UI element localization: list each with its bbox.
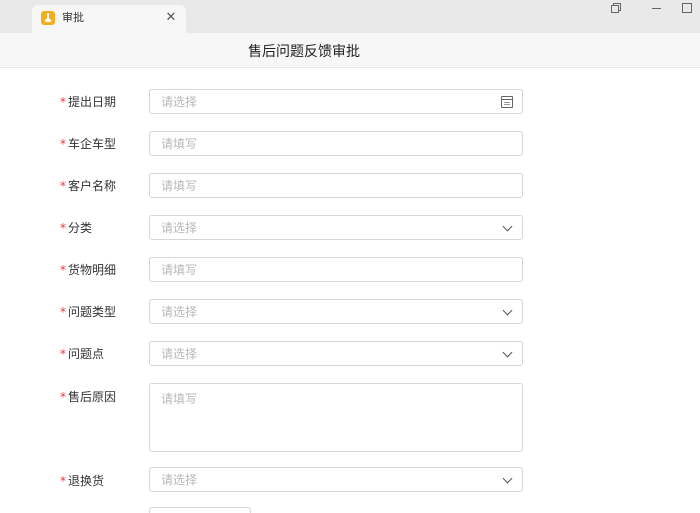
tab-title: 审批	[62, 11, 84, 24]
customer-name-input[interactable]: 请填写	[149, 173, 523, 198]
minimize-window-icon[interactable]	[645, 0, 669, 16]
return-exchange-select[interactable]: 请选择	[149, 467, 523, 492]
calendar-icon[interactable]	[501, 96, 513, 108]
placeholder-text: 请选择	[161, 221, 198, 235]
page-header: 售后问题反馈审批	[0, 33, 700, 68]
issue-point-select[interactable]: 请选择	[149, 341, 523, 366]
placeholder-text: 请填写	[161, 263, 198, 277]
issue-type-select[interactable]: 请选择	[149, 299, 523, 324]
chevron-down-icon[interactable]	[502, 221, 513, 232]
close-icon[interactable]: ✕	[163, 10, 179, 26]
maximize-window-icon[interactable]	[675, 0, 699, 16]
field-label: * 货物明细	[60, 263, 117, 277]
vehicle-model-input[interactable]: 请填写	[149, 131, 523, 156]
field-label: * 问题类型	[60, 305, 117, 319]
goods-details-input[interactable]: 请填写	[149, 257, 523, 282]
after-sales-reason-textarea[interactable]: 请填写	[149, 383, 523, 452]
category-select[interactable]: 请选择	[149, 215, 523, 240]
restore-window-icon[interactable]	[602, 0, 626, 16]
field-label: * 售后原因	[60, 390, 117, 404]
field-label: * 客户名称	[60, 179, 117, 193]
required-mark: *	[60, 95, 66, 109]
placeholder-text: 请填写	[161, 137, 198, 151]
placeholder-text: 请选择	[161, 347, 198, 361]
app-logo-icon	[41, 11, 55, 25]
chevron-down-icon[interactable]	[502, 473, 513, 484]
field-label: * 车企车型	[60, 137, 117, 151]
placeholder-text: 请选择	[161, 95, 198, 109]
field-label: * 提出日期	[60, 95, 117, 109]
tab-approval[interactable]: 审批 ✕	[32, 5, 186, 33]
placeholder-text: 请选择	[161, 305, 198, 319]
field-label: * 问题点	[60, 347, 105, 361]
date-picker[interactable]: 请选择	[149, 89, 523, 114]
tab-bar: 审批 ✕	[0, 0, 700, 33]
field-label: * 分类	[60, 221, 93, 235]
approval-form: * 提出日期 请选择 * 车企车型 请填写 * 客户名称 请填写 * 分类 请选择 * 货…	[0, 67, 700, 510]
chevron-down-icon[interactable]	[502, 347, 513, 358]
field-label: * 退换货	[60, 474, 105, 488]
placeholder-text: 请填写	[161, 392, 198, 406]
chevron-down-icon[interactable]	[502, 305, 513, 316]
placeholder-text: 请填写	[161, 179, 198, 193]
page-title: 售后问题反馈审批	[248, 44, 360, 60]
placeholder-text: 请选择	[161, 473, 198, 487]
next-field-partial[interactable]	[149, 507, 251, 513]
